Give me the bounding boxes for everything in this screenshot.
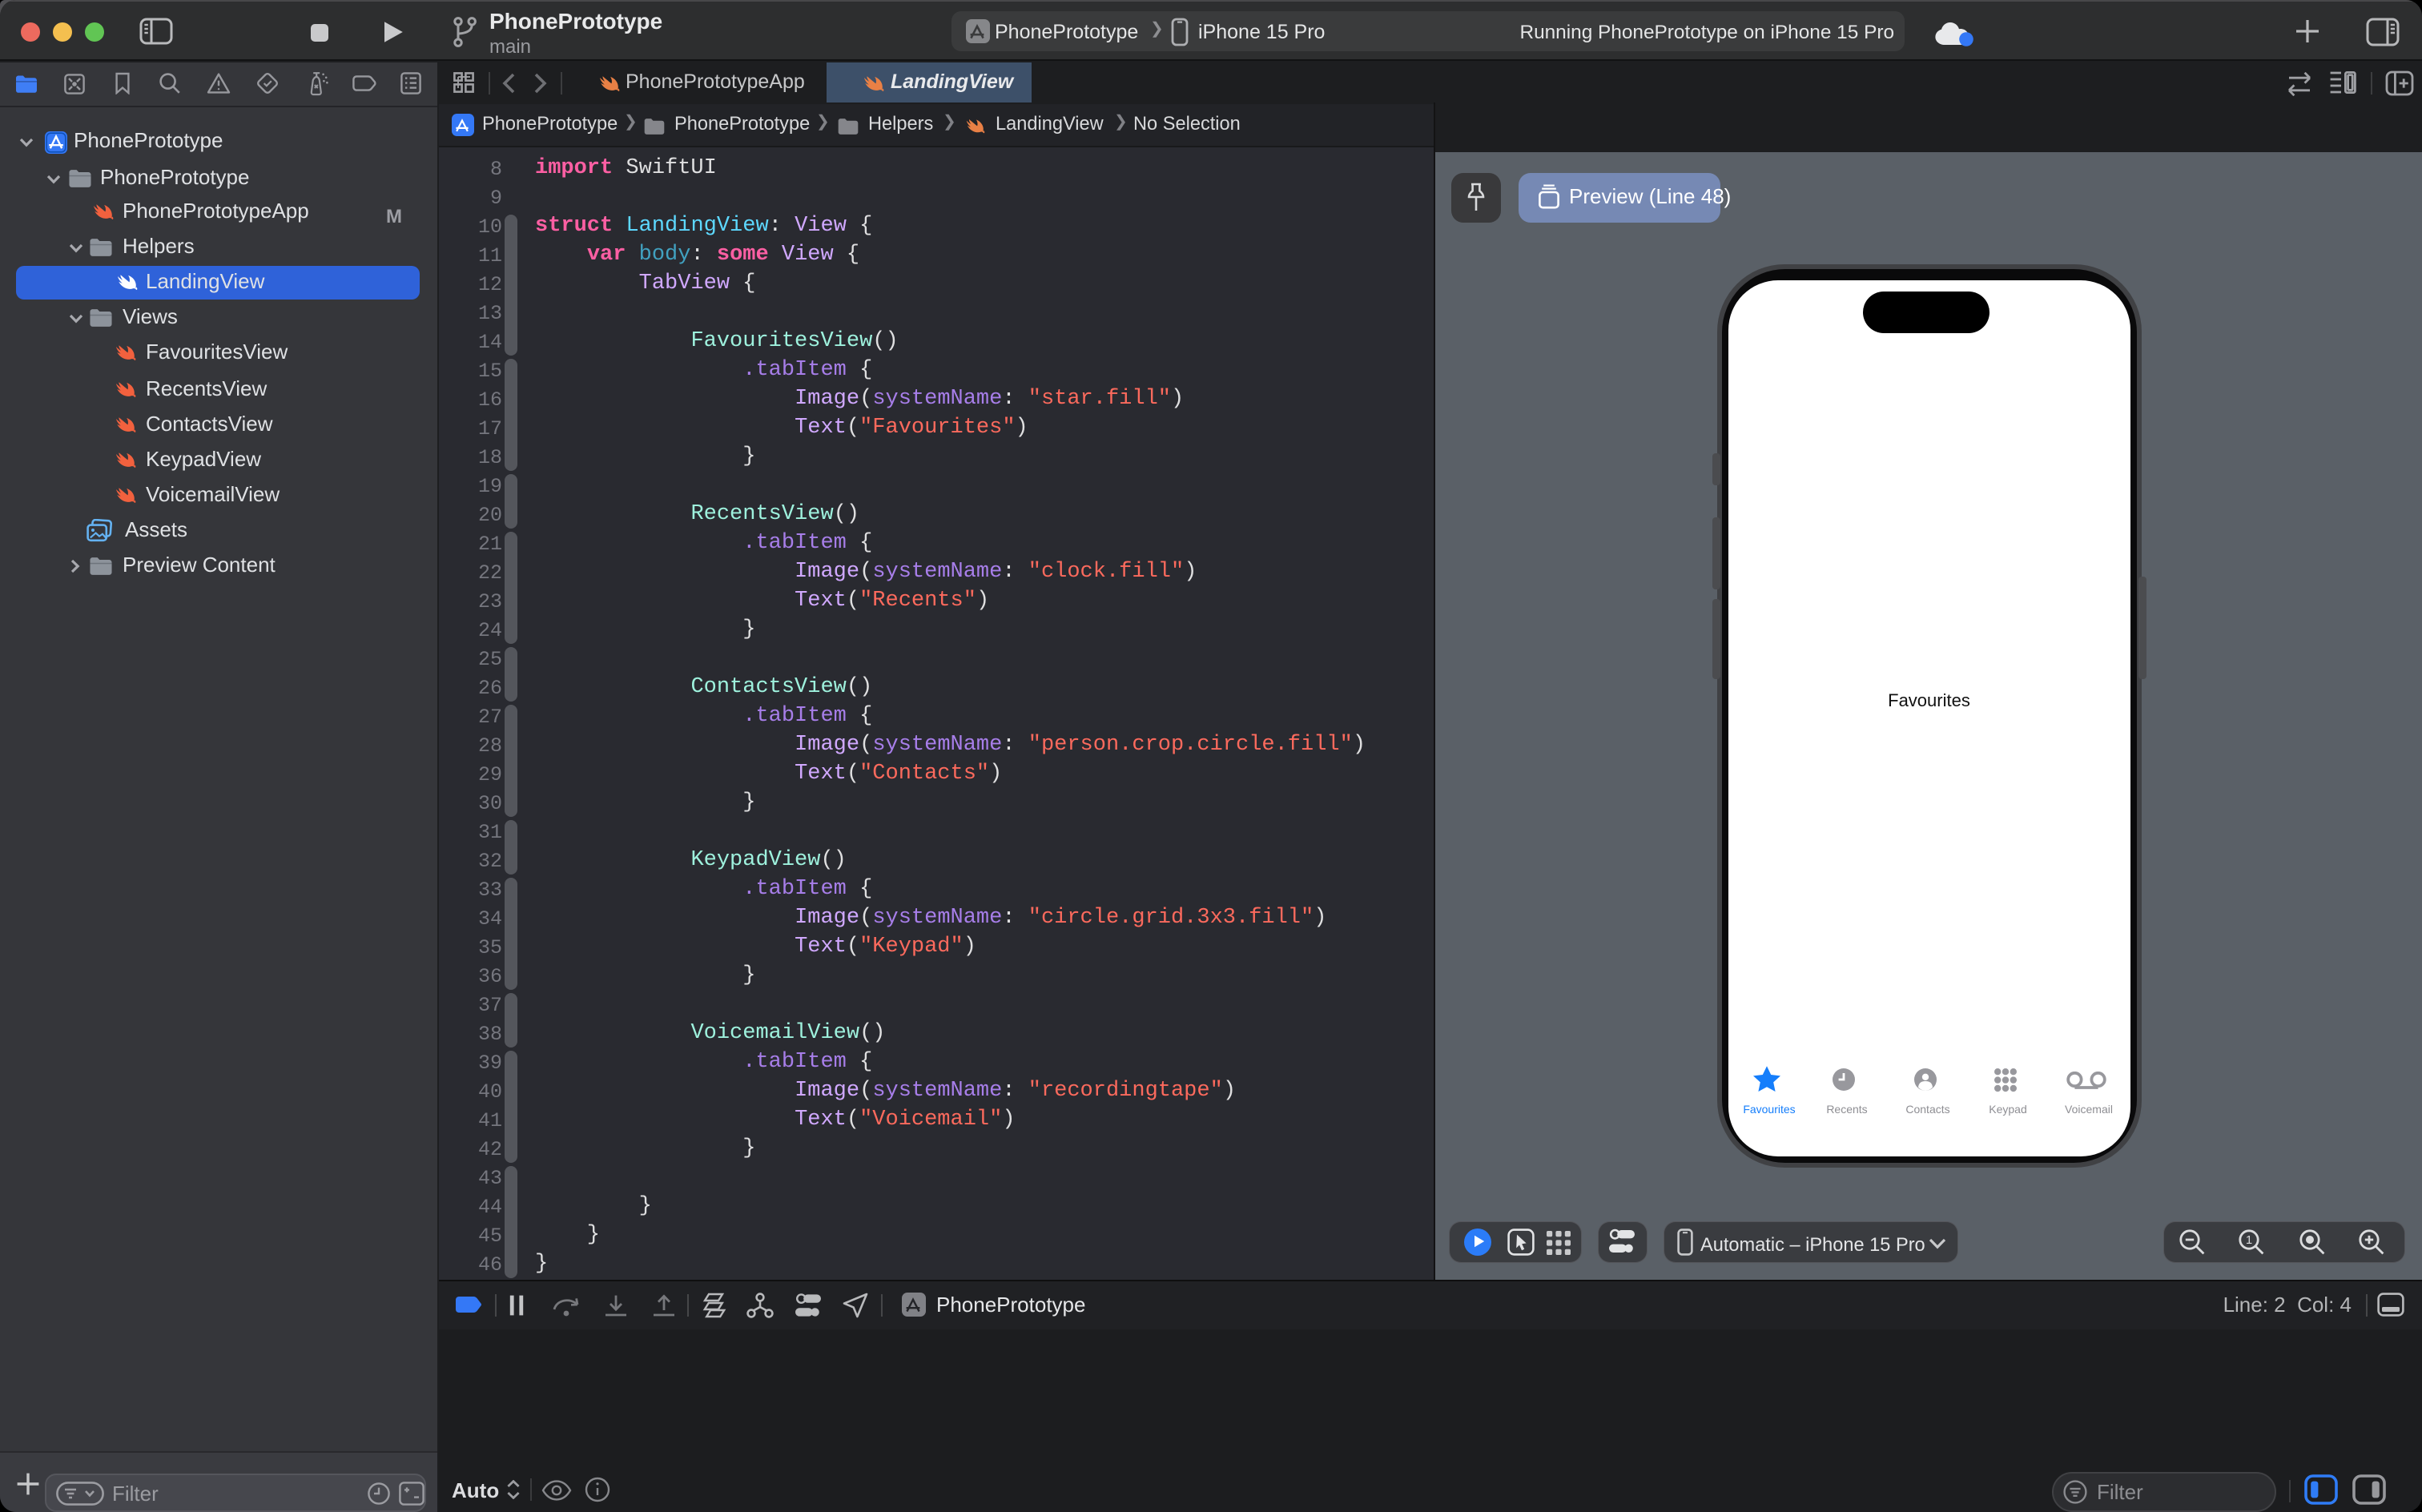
svg-text:1: 1 [2246,1233,2252,1246]
